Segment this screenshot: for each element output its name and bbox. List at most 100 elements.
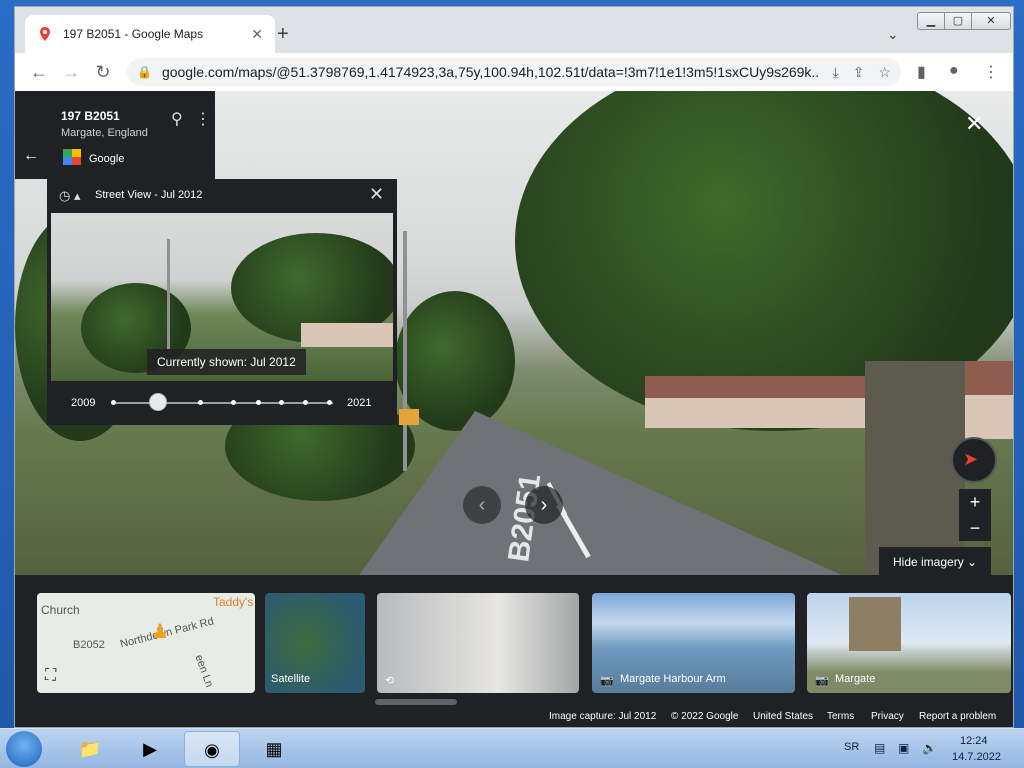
terms-link[interactable]: Terms [827,711,854,722]
clock-time[interactable]: 12:24 [960,735,988,747]
lock-icon[interactable]: 🔒 [137,65,152,79]
forward-arrow-icon[interactable]: → [55,62,87,83]
browser-menu-icon[interactable]: ⋮ [983,62,999,82]
place-subtitle: Margate, England [61,127,148,139]
timeline-dot[interactable] [111,400,116,405]
close-street-view-icon[interactable]: ✕ [965,111,983,137]
photo-label: Margate [835,673,876,685]
compass-needle-icon: ➤ [963,449,979,469]
tab-title: 197 B2051 - Google Maps [63,27,204,41]
hide-imagery-button[interactable]: Hide imagery ⌄ [879,547,991,575]
photo-thumbnail-margate[interactable]: 📷 Margate [807,593,1011,693]
timeline-dot[interactable] [198,400,203,405]
tree-trunk [865,361,965,575]
pegman-icon: ♟ [151,621,169,643]
maps-content: B2051 ← 197 B2051 Margate, England ⚲ ⋮ G… [15,91,1013,727]
map-thumbnail[interactable]: Church B2052 Northdown Park Rd Taddy's e… [37,593,255,693]
house-roof [645,376,875,398]
camera-icon: 📷 [815,675,829,687]
tray-device-icon[interactable]: ▤ [874,741,885,755]
maps-footer: Image capture: Jul 2012 © 2022 Google Un… [15,709,1013,725]
pan-left-button[interactable]: ‹ [463,486,501,524]
back-arrow-icon[interactable]: ← [23,147,39,165]
tower-shape [849,597,901,651]
browser-toolbar: ← → ↻ 🔒 google.com/maps/@51.3798769,1.41… [15,53,1013,91]
map-label: B2052 [73,639,105,651]
control-panel-task-icon[interactable]: ▦ [246,731,302,767]
start-button[interactable] [6,731,42,767]
camera-icon: 📷 [600,675,614,687]
rotate-360-icon: ⟲ [385,675,395,687]
back-arrow-icon[interactable]: ← [23,62,55,83]
street-view-date-title: Street View - Jul 2012 [95,189,203,201]
country-link[interactable]: United States [753,711,813,722]
map-label: Church [41,603,80,617]
street-view-thumbnail[interactable]: ⟲ [377,593,579,693]
place-title: 197 B2051 [61,109,120,123]
photo-label: Margate Harbour Arm [620,673,726,685]
browser-tab[interactable]: 197 B2051 - Google Maps ✕ [25,15,275,53]
browser-titlebar: 197 B2051 - Google Maps ✕ + ⌄ ▁ ▢ ✕ [15,7,1013,53]
volume-icon[interactable]: 🔊 [922,741,937,755]
network-icon[interactable]: ▣ [898,741,909,755]
history-clock-icon[interactable]: ◷ ▴ [59,188,80,204]
street-view-panorama[interactable]: B2051 ← 197 B2051 Margate, England ⚲ ⋮ G… [15,91,1013,575]
window-minimize-button[interactable]: ▁ [917,12,945,30]
satellite-thumbnail[interactable]: Satellite [265,593,365,693]
profile-avatar-icon[interactable]: ● [949,62,959,80]
street-lamp-post [167,239,170,349]
window-close-button[interactable]: ✕ [971,12,1011,30]
google-maps-logo-icon [63,149,81,165]
report-problem-link[interactable]: Report a problem [919,711,996,722]
privacy-link[interactable]: Privacy [871,711,904,722]
close-icon[interactable]: ✕ [369,184,384,205]
expand-icon[interactable]: ⛶ [45,667,56,685]
timeline-dot[interactable] [231,400,236,405]
compass-button[interactable]: ➤ [951,437,997,483]
place-info-card: ← 197 B2051 Margate, England ⚲ ⋮ Google [15,91,215,179]
location-pin-icon[interactable]: ⚲ [171,109,183,129]
more-options-icon[interactable]: ⋮ [195,109,211,129]
house [301,323,393,347]
google-maps-favicon-icon [40,27,50,41]
side-panel-icon[interactable]: ▮ [917,62,926,82]
satellite-label: Satellite [271,673,311,685]
image-capture-date: Image capture: Jul 2012 [549,711,657,722]
timeline-dot[interactable] [256,400,261,405]
address-bar[interactable]: 🔒 google.com/maps/@51.3798769,1.4174923,… [127,58,901,86]
language-indicator[interactable]: SR [844,741,859,753]
reload-icon[interactable]: ↻ [87,62,119,83]
install-app-icon[interactable]: ⤓ [833,64,839,81]
media-player-task-icon[interactable]: ▶ [122,731,178,767]
timeline-slider-handle[interactable] [148,393,167,411]
zoom-out-button[interactable]: − [959,515,991,541]
new-tab-button[interactable]: + [277,24,289,44]
currently-shown-label: Currently shown: Jul 2012 [147,349,306,375]
timeline-slider-track[interactable] [111,402,333,404]
timeline-dot[interactable] [279,400,284,405]
chrome-task-icon[interactable]: ◉ [184,731,240,767]
browser-window: 197 B2051 - Google Maps ✕ + ⌄ ▁ ▢ ✕ ← → … [14,6,1014,728]
explorer-task-icon[interactable]: 📁 [62,731,118,767]
pan-right-button[interactable]: › [525,486,563,524]
imagery-strip: Church B2052 Northdown Park Rd Taddy's e… [15,575,1013,727]
bookmark-star-icon[interactable]: ☆ [878,64,891,81]
map-label: Taddy's [213,595,254,609]
history-preview-image[interactable]: Currently shown: Jul 2012 [51,213,393,381]
tab-search-icon[interactable]: ⌄ [887,26,899,43]
address-url: google.com/maps/@51.3798769,1.4174923,3a… [161,64,819,80]
source-label: Google [89,153,125,165]
clock-date[interactable]: 14.7.2022 [952,751,1001,763]
copyright: © 2022 Google [671,711,739,722]
road [355,411,855,575]
timeline-dot[interactable] [327,400,332,405]
window-maximize-button[interactable]: ▢ [944,12,972,30]
strip-scrollbar[interactable] [375,699,457,705]
tab-close-icon[interactable]: ✕ [251,26,263,43]
share-icon[interactable]: ⇪ [853,64,865,81]
zoom-in-button[interactable]: + [959,489,991,515]
timeline-start-year: 2009 [71,397,96,409]
photo-thumbnail-harbour[interactable]: 📷 Margate Harbour Arm [592,593,795,693]
timeline-dot[interactable] [303,400,308,405]
taskbar: 📁 ▶ ◉ ▦ SR ▤ ▣ 🔊 12:24 14.7.2022 [0,728,1024,768]
